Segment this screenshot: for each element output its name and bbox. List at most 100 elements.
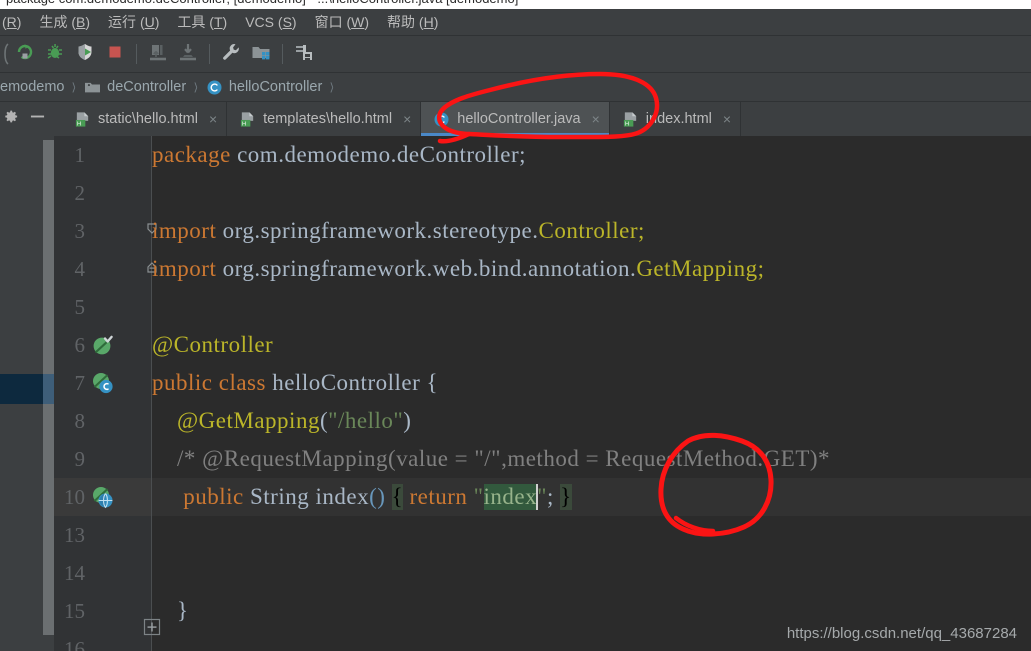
- menu-label: 运行: [108, 13, 140, 30]
- editor-gutter[interactable]: 1 2 3 4 5 6 7 8 9 10 13 14 15 16: [54, 136, 188, 651]
- code-line-10[interactable]: public String index() { return " index "; …: [152, 478, 1031, 516]
- tool-window-buttons: [0, 102, 62, 136]
- code-line-2[interactable]: [152, 174, 1031, 212]
- breadcrumb-separator-icon: ›: [194, 72, 198, 101]
- line-number: 15: [64, 598, 85, 623]
- project-panel-scrollbar[interactable]: [43, 136, 54, 651]
- code-editor[interactable]: 1 2 3 4 5 6 7 8 9 10 13 14 15 16 package com. demo: [54, 136, 1031, 651]
- html-file-icon: H: [622, 111, 639, 128]
- gutter-row[interactable]: 2: [54, 174, 152, 212]
- gutter-row[interactable]: 1: [54, 136, 152, 174]
- menu-run[interactable]: 运行 (U): [99, 11, 168, 34]
- gutter-row[interactable]: 16: [54, 630, 152, 651]
- run-button[interactable]: [11, 40, 39, 68]
- step-out-button[interactable]: [144, 40, 172, 68]
- token-keyword: package: [152, 142, 231, 167]
- scrollbar-selection-marker: [43, 374, 54, 404]
- selected-string[interactable]: index: [483, 484, 538, 510]
- stop-square-icon: [105, 42, 125, 67]
- code-text-area[interactable]: package com. demodemo. deController; impor…: [152, 136, 1031, 651]
- svg-text:H: H: [625, 121, 629, 127]
- token-keyword: import: [152, 218, 217, 243]
- gutter-row[interactable]: 15: [54, 592, 152, 630]
- close-icon[interactable]: ×: [592, 111, 600, 127]
- tab-list: Hstatic\hello.html × Htemplates\hello.html…: [62, 102, 742, 136]
- tab-hellocontroller-java[interactable]: helloController.java ×: [421, 102, 610, 136]
- breadcrumb-package[interactable]: deController: [84, 79, 188, 95]
- gutter-row[interactable]: 4: [54, 250, 152, 288]
- code-line-1[interactable]: package com. demodemo. deController;: [152, 136, 1031, 174]
- close-icon[interactable]: ×: [209, 111, 217, 127]
- code-line-6[interactable]: @Controller: [152, 326, 1031, 364]
- code-line-5[interactable]: [152, 288, 1031, 326]
- code-line-4[interactable]: import org. springframework. web. bind. anno…: [152, 250, 1031, 288]
- project-tree-row-selected[interactable]: [0, 374, 43, 404]
- run-with-coverage-button[interactable]: [71, 40, 99, 68]
- gear-icon[interactable]: [4, 109, 19, 129]
- spring-bean-class-gutter-icon[interactable]: [90, 370, 116, 401]
- gutter-row[interactable]: 14: [54, 554, 152, 592]
- watermark-url: https://blog.csdn.net/qq_43687284: [786, 625, 1017, 642]
- html-file-icon: H: [74, 111, 91, 128]
- menu-help[interactable]: 帮助 (H): [378, 11, 447, 34]
- step-out-icon: [148, 42, 168, 67]
- menu-vcs[interactable]: VCS (S): [236, 11, 305, 34]
- token-brace: {: [420, 370, 439, 395]
- code-line-9[interactable]: /* @RequestMapping(value = "/",method = …: [152, 440, 1031, 478]
- debug-button[interactable]: [41, 40, 69, 68]
- token-paren: (): [369, 484, 386, 509]
- menu-window[interactable]: 窗口 (W): [306, 11, 378, 34]
- breadcrumb-label: helloController: [228, 79, 323, 95]
- sync-gradle-button[interactable]: [290, 40, 318, 68]
- token-plain: org.: [216, 256, 261, 281]
- line-number: 9: [74, 446, 86, 471]
- class-icon: [433, 111, 450, 128]
- project-tree-row[interactable]: [0, 136, 43, 164]
- token-plain: deController;: [396, 142, 527, 167]
- toolbar-separator: [282, 44, 283, 64]
- line-number: 7: [74, 370, 86, 395]
- editor-tab-bar: Hstatic\hello.html × Htemplates\hello.html…: [0, 102, 1031, 136]
- token-quote: ": [537, 484, 548, 509]
- tab-static-hello-html[interactable]: Hstatic\hello.html ×: [62, 102, 228, 136]
- gutter-row[interactable]: 3: [54, 212, 152, 250]
- gutter-row[interactable]: 9: [54, 440, 152, 478]
- menu-tools[interactable]: 工具 (T): [168, 11, 236, 34]
- menu-build[interactable]: 生成 (B): [30, 11, 99, 34]
- token-type: String: [250, 484, 310, 509]
- token-plain: org.: [216, 218, 261, 243]
- toolbar-separator: [209, 44, 210, 64]
- token-method-name: index: [315, 484, 370, 509]
- settings-button[interactable]: [217, 40, 245, 68]
- tab-templates-hello-html[interactable]: Htemplates\hello.html ×: [227, 102, 422, 136]
- gutter-row[interactable]: 13: [54, 516, 152, 554]
- code-line-7[interactable]: public class helloController {: [152, 364, 1031, 402]
- spring-mapping-gutter-icon[interactable]: [90, 484, 116, 515]
- token-keyword: return: [409, 484, 468, 509]
- code-line-14[interactable]: [152, 554, 1031, 592]
- project-structure-button[interactable]: [247, 40, 275, 68]
- menu-refactor[interactable]: (R): [0, 11, 30, 34]
- gutter-row[interactable]: 5: [54, 288, 152, 326]
- gutter-row[interactable]: 8: [54, 402, 152, 440]
- hide-panel-icon[interactable]: [29, 109, 46, 129]
- menu-paren: ): [433, 13, 439, 30]
- menu-mnemonic: T: [213, 13, 223, 30]
- tab-index-html[interactable]: Hindex.html ×: [609, 102, 742, 136]
- close-icon[interactable]: ×: [723, 111, 731, 127]
- line-number: 16: [64, 636, 85, 651]
- code-line-3[interactable]: import org. springframework. stereotype. Co…: [152, 212, 1031, 250]
- line-number: 1: [74, 142, 86, 167]
- project-tool-window[interactable]: [0, 136, 43, 651]
- toolbar-clipped-button[interactable]: [0, 40, 10, 68]
- menu-mnemonic: H: [423, 13, 434, 30]
- line-number: 5: [74, 294, 86, 319]
- spring-bean-gutter-icon[interactable]: [90, 332, 116, 363]
- close-icon[interactable]: ×: [403, 111, 411, 127]
- code-line-13[interactable]: [152, 516, 1031, 554]
- step-into-button[interactable]: [174, 40, 202, 68]
- stop-button[interactable]: [101, 40, 129, 68]
- code-line-8[interactable]: @GetMapping("/hello"): [152, 402, 1031, 440]
- breadcrumb-class[interactable]: helloController: [206, 79, 325, 96]
- breadcrumb-module[interactable]: emodemo: [0, 79, 66, 95]
